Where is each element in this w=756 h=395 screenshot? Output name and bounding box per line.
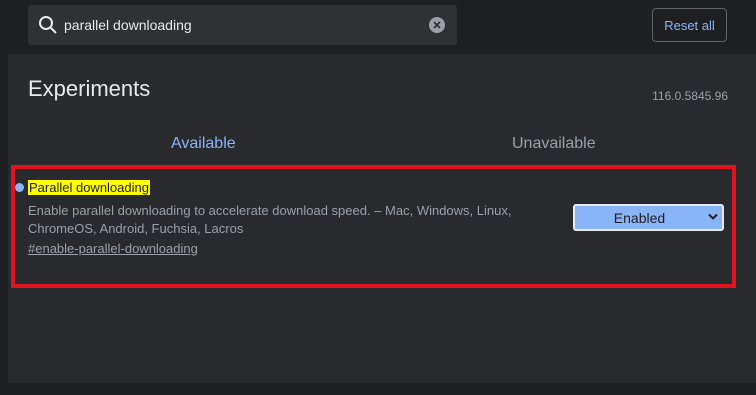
experiment-name: Parallel downloading [28,180,150,195]
version-label: 116.0.5845.96 [652,89,728,103]
modified-indicator-dot [15,183,24,192]
reset-all-button[interactable]: Reset all [652,8,727,42]
page-title: Experiments [28,76,151,101]
header-bar: parallel downloading Reset all [0,0,756,54]
search-box[interactable]: parallel downloading [28,5,457,45]
experiment-permalink[interactable]: #enable-parallel-downloading [28,241,198,256]
tab-unavailable[interactable]: Unavailable [512,134,596,154]
experiment-description: Enable parallel downloading to accelerat… [28,203,512,236]
experiment-state-select[interactable]: Enabled [573,204,724,231]
search-icon [39,16,57,34]
select-value: Enabled [613,210,666,226]
bottom-edge [0,383,756,395]
experiments-panel: Experiments 116.0.5845.96 Available Unav… [8,54,756,383]
clear-icon[interactable] [429,17,445,33]
tab-available[interactable]: Available [171,134,236,154]
chevron-down-icon [708,213,718,220]
search-input[interactable]: parallel downloading [64,16,192,34]
